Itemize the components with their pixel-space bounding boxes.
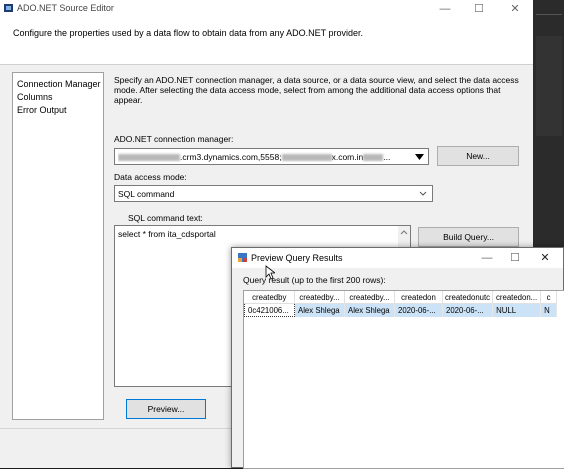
column-header[interactable]: c xyxy=(540,291,558,304)
close-button[interactable]: ✕ xyxy=(498,0,532,18)
title-bar: ADO.NET Source Editor — ☐ ✕ xyxy=(0,0,533,18)
data-access-mode-label: Data access mode: xyxy=(114,172,187,182)
preview-maximize-button[interactable]: ☐ xyxy=(498,249,532,267)
column-header[interactable]: createdby... xyxy=(344,291,395,304)
preview-title-bar: Preview Query Results — ☐ ✕ xyxy=(232,248,563,268)
column-header[interactable]: createdby... xyxy=(294,291,345,304)
sql-command-text: select * from ita_cdsportal xyxy=(118,229,216,239)
table-cell[interactable]: 2020-06-... xyxy=(442,303,494,317)
table-cell[interactable]: NULL xyxy=(492,303,542,317)
preview-button[interactable]: Preview... xyxy=(126,399,206,419)
page-nav-list: Connection Manager Columns Error Output xyxy=(12,72,104,420)
connection-manager-value: .crm3.dynamics.com,5558; x.com.in... xyxy=(118,152,408,162)
nav-item-columns[interactable]: Columns xyxy=(17,92,53,102)
nav-item-error-output[interactable]: Error Output xyxy=(17,105,67,115)
chevron-down-icon xyxy=(419,191,427,196)
preview-close-button[interactable]: ✕ xyxy=(528,249,562,267)
maximize-button[interactable]: ☐ xyxy=(462,0,496,18)
connection-description: Specify an ADO.NET connection manager, a… xyxy=(114,75,519,105)
table-row[interactable]: 0c421006... Alex Shlega Alex Shlega 2020… xyxy=(244,303,558,317)
column-header[interactable]: createdon xyxy=(394,291,443,304)
new-connection-button[interactable]: New... xyxy=(437,146,519,166)
preview-window-title: Preview Query Results xyxy=(251,253,343,263)
data-access-mode-value: SQL command xyxy=(118,189,175,199)
results-table: createdby createdby... createdby... crea… xyxy=(244,291,558,317)
window-title: ADO.NET Source Editor xyxy=(17,3,114,13)
redacted-text xyxy=(118,154,180,161)
redacted-text xyxy=(281,154,332,161)
column-header[interactable]: createdby xyxy=(244,291,295,304)
table-cell[interactable]: 2020-06-... xyxy=(394,303,443,317)
preview-app-icon xyxy=(238,253,247,262)
scroll-up-icon[interactable] xyxy=(400,230,408,235)
connection-manager-combo[interactable]: .crm3.dynamics.com,5558; x.com.in... xyxy=(114,148,429,165)
data-access-mode-combo[interactable]: SQL command xyxy=(114,185,433,202)
preview-query-results-dialog: Preview Query Results — ☐ ✕ Query result… xyxy=(231,247,564,469)
build-query-button[interactable]: Build Query... xyxy=(418,227,519,247)
column-header[interactable]: createdonutc xyxy=(442,291,494,304)
table-cell[interactable]: Alex Shlega xyxy=(294,303,345,317)
table-cell[interactable]: Alex Shlega xyxy=(344,303,395,317)
mouse-cursor-icon xyxy=(265,265,275,280)
table-cell[interactable]: 0c421006... xyxy=(244,303,295,317)
redacted-text xyxy=(363,154,384,161)
table-cell[interactable]: N xyxy=(540,303,558,317)
minimize-button[interactable]: — xyxy=(428,0,462,18)
results-grid[interactable]: createdby createdby... createdby... crea… xyxy=(243,290,564,469)
header-description: Configure the properties used by a data … xyxy=(13,28,364,38)
header-area: Configure the properties used by a data … xyxy=(0,18,533,65)
dropdown-arrow-icon xyxy=(415,154,424,160)
connection-manager-label: ADO.NET connection manager: xyxy=(114,134,234,144)
sql-command-label: SQL command text: xyxy=(128,213,203,223)
column-header[interactable]: createdon... xyxy=(492,291,542,304)
results-header-row: createdby createdby... createdby... crea… xyxy=(244,291,558,304)
nav-item-connection-manager[interactable]: Connection Manager xyxy=(17,79,101,89)
app-icon xyxy=(4,4,13,12)
